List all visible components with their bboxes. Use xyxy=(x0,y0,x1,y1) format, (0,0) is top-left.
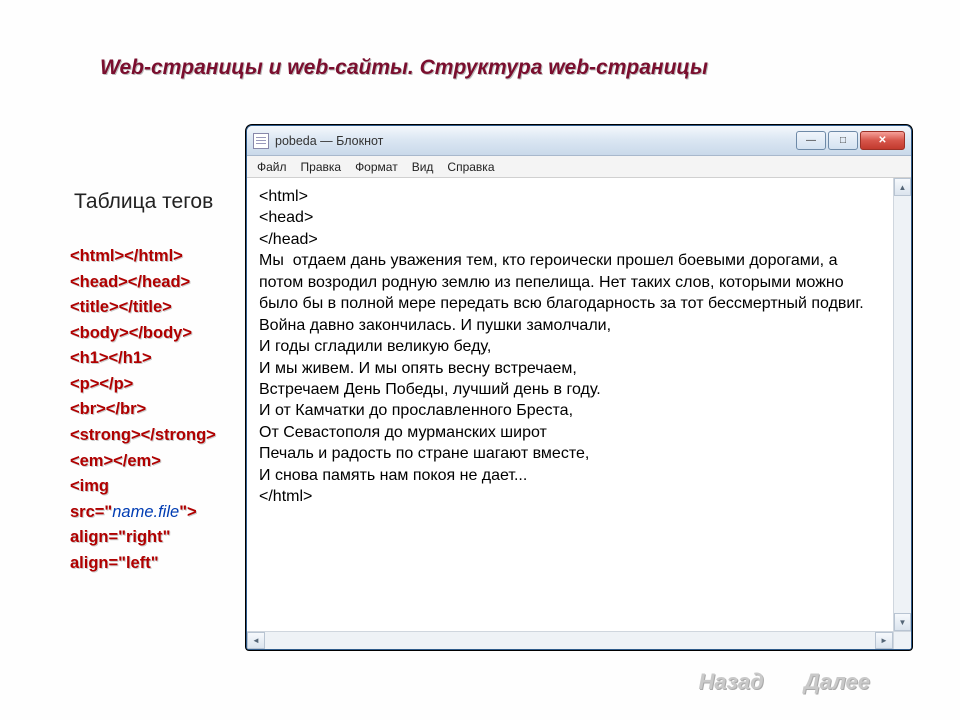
scroll-left-button[interactable]: ◄ xyxy=(247,632,265,649)
menu-format[interactable]: Формат xyxy=(355,160,398,174)
menu-edit[interactable]: Правка xyxy=(301,160,342,174)
tag-row-title: <title></title> xyxy=(70,295,230,321)
scroll-right-button[interactable]: ► xyxy=(875,632,893,649)
menubar: Файл Правка Формат Вид Справка xyxy=(247,156,911,178)
left-column: Таблица тегов <html></html> <head></head… xyxy=(70,190,230,576)
window-buttons: — □ ✕ xyxy=(796,131,905,150)
tag-table-heading: Таблица тегов xyxy=(74,190,230,214)
tag-list: <html></html> <head></head> <title></tit… xyxy=(70,244,230,576)
tag-row-align-left: align="left" xyxy=(70,551,230,577)
editor-body: <html> <head> </head> Мы отдаем дань ува… xyxy=(247,178,911,631)
menu-help[interactable]: Справка xyxy=(447,160,494,174)
scroll-track-h[interactable] xyxy=(265,632,875,649)
tag-row-head: <head></head> xyxy=(70,270,230,296)
scroll-down-button[interactable]: ▼ xyxy=(894,613,911,631)
editor-textarea[interactable]: <html> <head> </head> Мы отдаем дань ува… xyxy=(247,178,893,631)
nav-back-button[interactable]: Назад xyxy=(699,669,764,695)
close-button[interactable]: ✕ xyxy=(860,131,905,150)
tag-row-img: <img src="name.file"> xyxy=(70,474,230,525)
tag-row-p: <p></p> xyxy=(70,372,230,398)
maximize-button[interactable]: □ xyxy=(828,131,858,150)
tag-row-h1: <h1></h1> xyxy=(70,346,230,372)
titlebar: pobeda — Блокнот — □ ✕ xyxy=(247,126,911,156)
tag-row-strong: <strong></strong> xyxy=(70,423,230,449)
menu-file[interactable]: Файл xyxy=(257,160,287,174)
scroll-up-button[interactable]: ▲ xyxy=(894,178,911,196)
tag-row-align-right: align="right" xyxy=(70,525,230,551)
tag-row-body: <body></body> xyxy=(70,321,230,347)
vertical-scrollbar[interactable]: ▲ ▼ xyxy=(893,178,911,631)
notepad-window: pobeda — Блокнот — □ ✕ Файл Правка Форма… xyxy=(246,125,912,650)
scroll-track-v[interactable] xyxy=(894,196,911,613)
scroll-corner xyxy=(893,632,911,649)
slide-nav: Назад Далее xyxy=(699,669,870,695)
tag-row-em: <em></em> xyxy=(70,449,230,475)
window-title: pobeda — Блокнот xyxy=(275,134,383,148)
menu-view[interactable]: Вид xyxy=(412,160,434,174)
horizontal-scrollbar[interactable]: ◄ ► xyxy=(247,631,911,649)
tag-row-br: <br></br> xyxy=(70,397,230,423)
slide-title: Web-страницы и web-сайты. Структура web-… xyxy=(100,56,708,80)
nav-next-button[interactable]: Далее xyxy=(804,669,870,695)
tag-row-html: <html></html> xyxy=(70,244,230,270)
notepad-icon xyxy=(253,133,269,149)
minimize-button[interactable]: — xyxy=(796,131,826,150)
